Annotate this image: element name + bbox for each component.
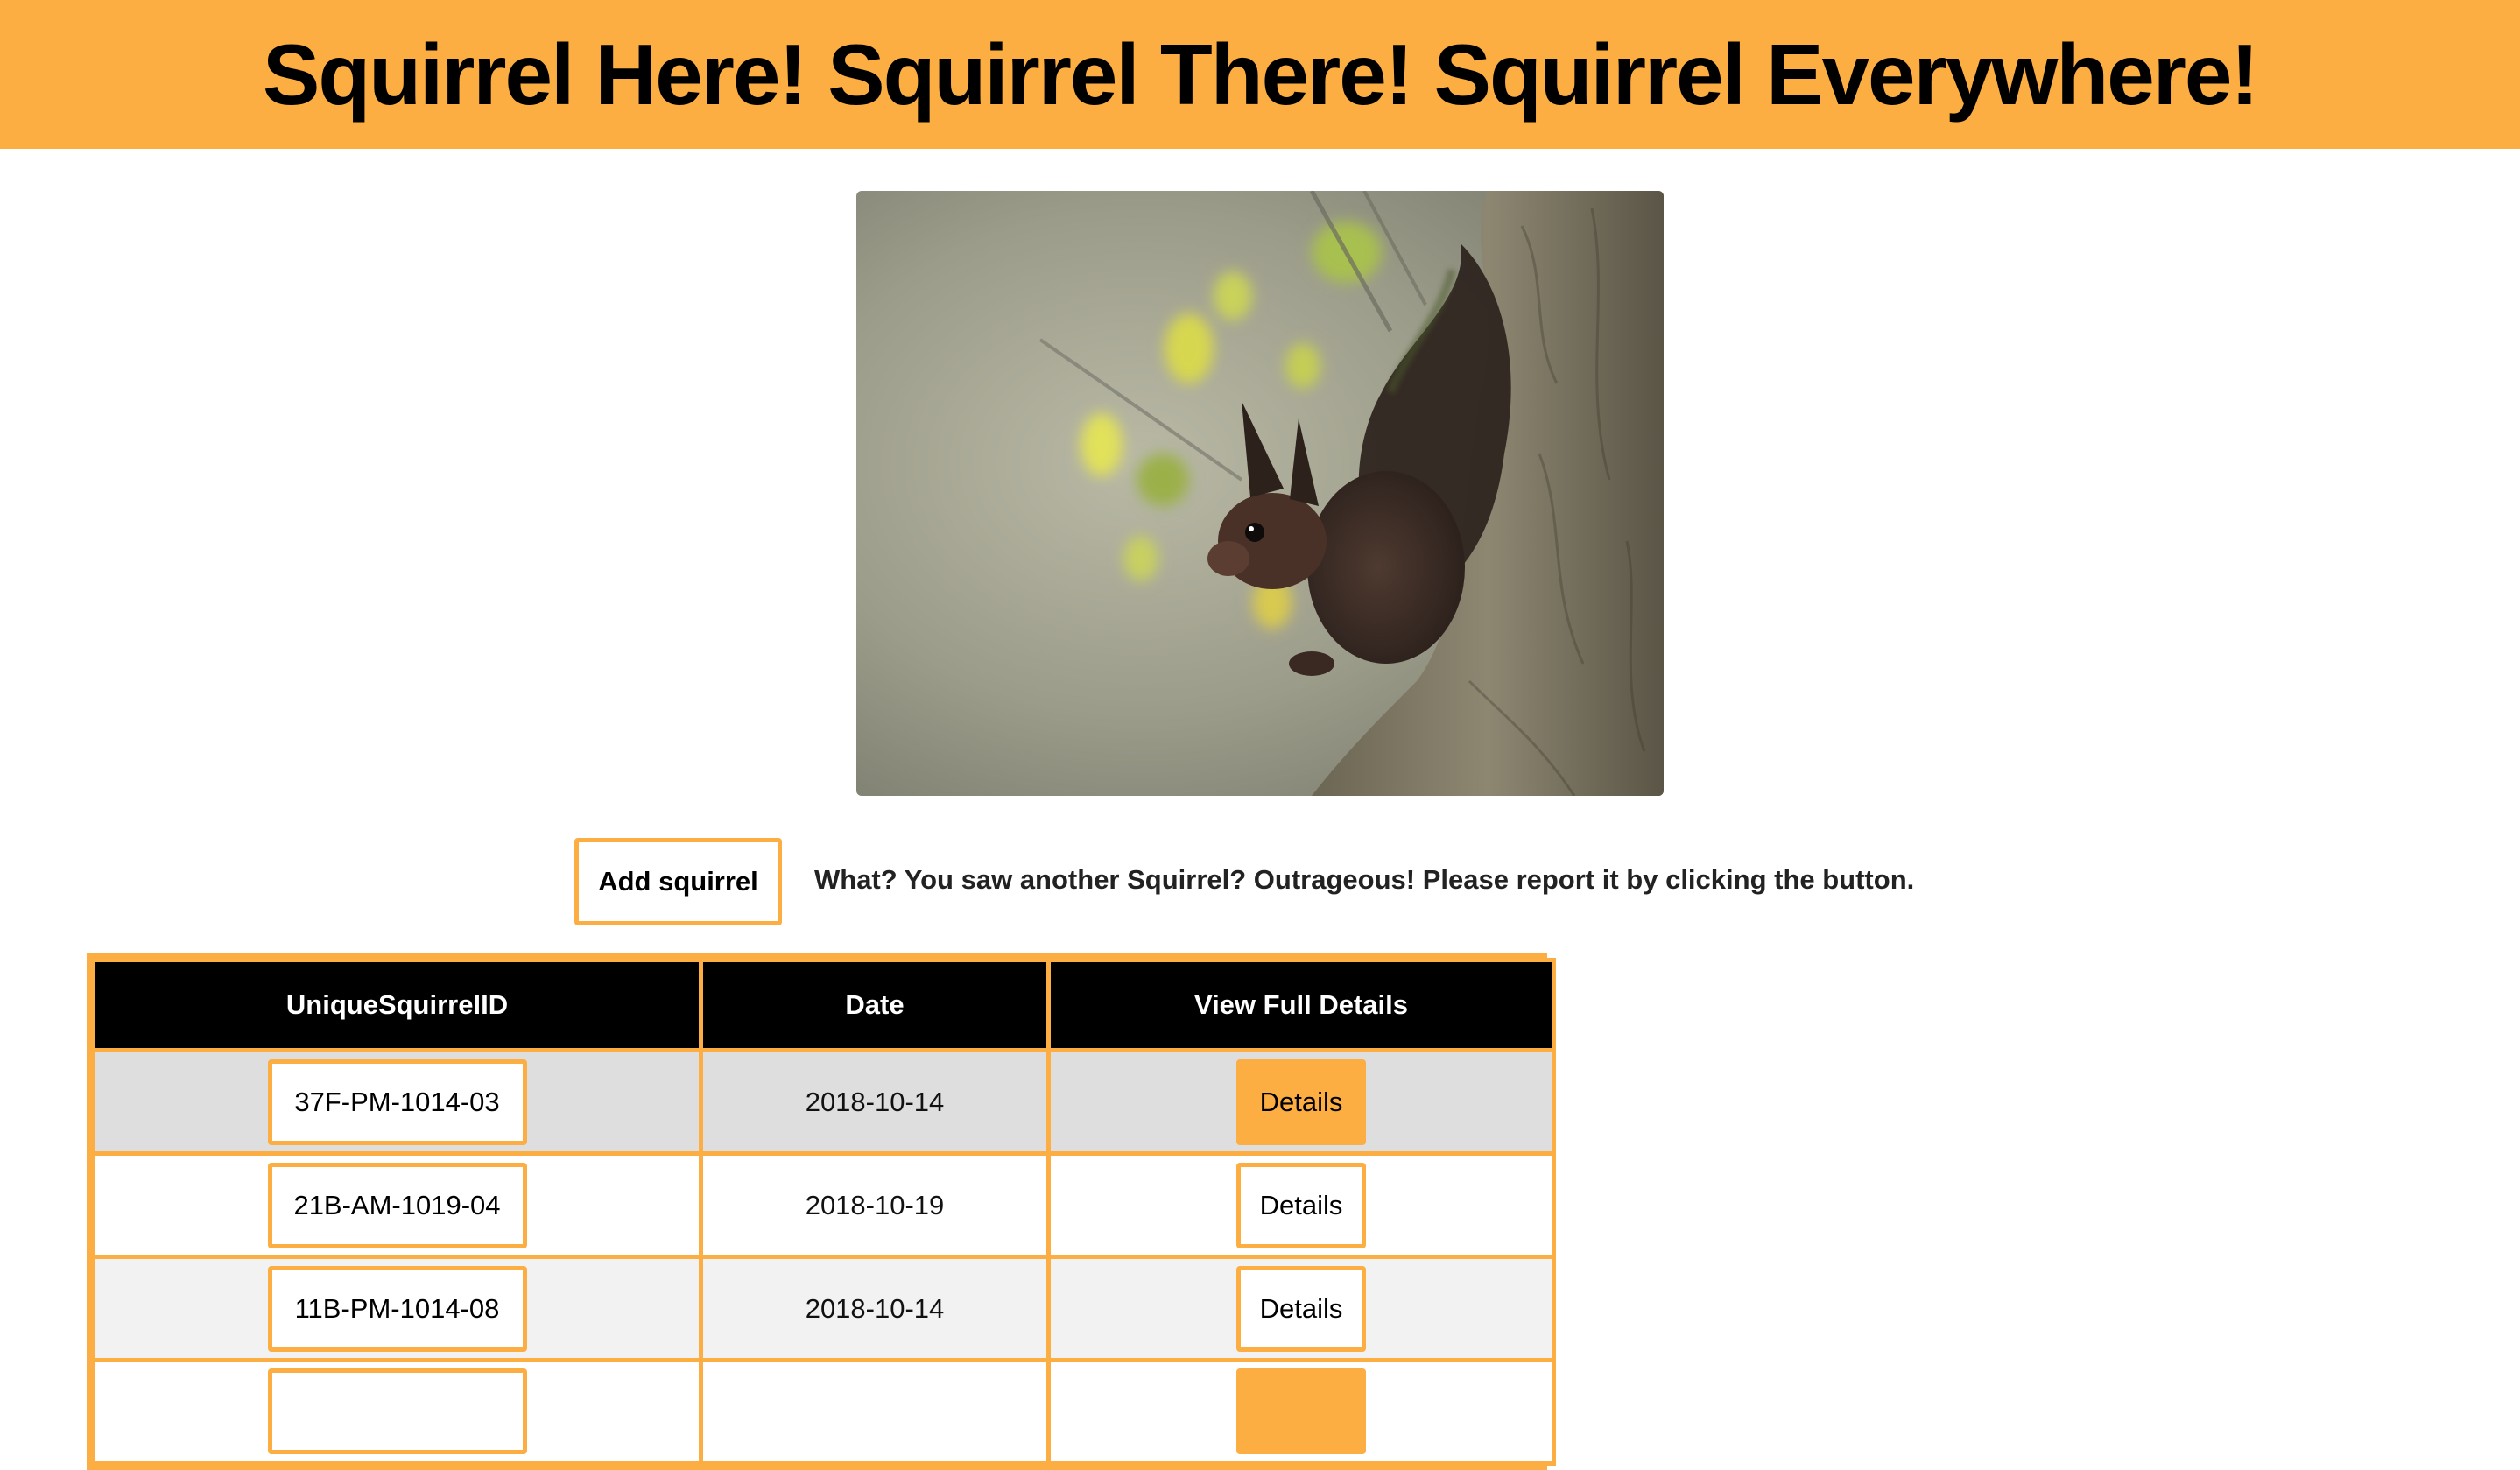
squirrel-id-button[interactable]: 11B-PM-1014-08 [267, 1265, 527, 1352]
date-cell: 2018-10-14 [699, 1255, 1051, 1362]
table-row: 21B-AM-1019-04 2018-10-19 Details [91, 1151, 1556, 1259]
details-button[interactable]: Details [1236, 1162, 1366, 1248]
squirrel-id-button[interactable]: 37F-PM-1014-03 [267, 1059, 527, 1145]
id-cell: 11B-PM-1014-08 [91, 1255, 703, 1362]
date-cell: 2018-10-19 [699, 1151, 1051, 1259]
table-header-row: UniqueSquirrelID Date View Full Details [91, 958, 1556, 1052]
add-squirrel-button[interactable]: Add squirrel [574, 838, 782, 925]
column-header-details: View Full Details [1046, 958, 1556, 1052]
details-button[interactable] [1236, 1368, 1366, 1454]
date-cell: 2018-10-14 [699, 1048, 1051, 1156]
id-cell: 21B-AM-1019-04 [91, 1151, 703, 1259]
squirrel-photo [856, 191, 1664, 796]
squirrel-image [856, 191, 1664, 796]
id-cell: 37F-PM-1014-03 [91, 1048, 703, 1156]
page-header: Squirrel Here! Squirrel There! Squirrel … [0, 0, 2520, 149]
details-button[interactable]: Details [1236, 1059, 1366, 1145]
table-row [91, 1358, 1556, 1466]
details-cell: Details [1046, 1151, 1556, 1259]
page-title: Squirrel Here! Squirrel There! Squirrel … [262, 25, 2259, 123]
id-cell [91, 1358, 703, 1466]
date-cell [699, 1358, 1051, 1466]
column-header-date: Date [699, 958, 1051, 1052]
details-cell [1046, 1358, 1556, 1466]
column-header-id: UniqueSquirrelID [91, 958, 703, 1052]
squirrel-id-button[interactable]: 21B-AM-1019-04 [267, 1162, 527, 1248]
details-button[interactable]: Details [1236, 1265, 1366, 1352]
details-cell: Details [1046, 1048, 1556, 1156]
details-cell: Details [1046, 1255, 1556, 1362]
table-row: 37F-PM-1014-03 2018-10-14 Details [91, 1048, 1556, 1156]
squirrel-id-button[interactable] [267, 1368, 527, 1454]
report-prompt: What? You saw another Squirrel? Outrageo… [814, 864, 1915, 895]
table-row: 11B-PM-1014-08 2018-10-14 Details [91, 1255, 1556, 1362]
squirrel-table: UniqueSquirrelID Date View Full Details … [87, 953, 1556, 1470]
